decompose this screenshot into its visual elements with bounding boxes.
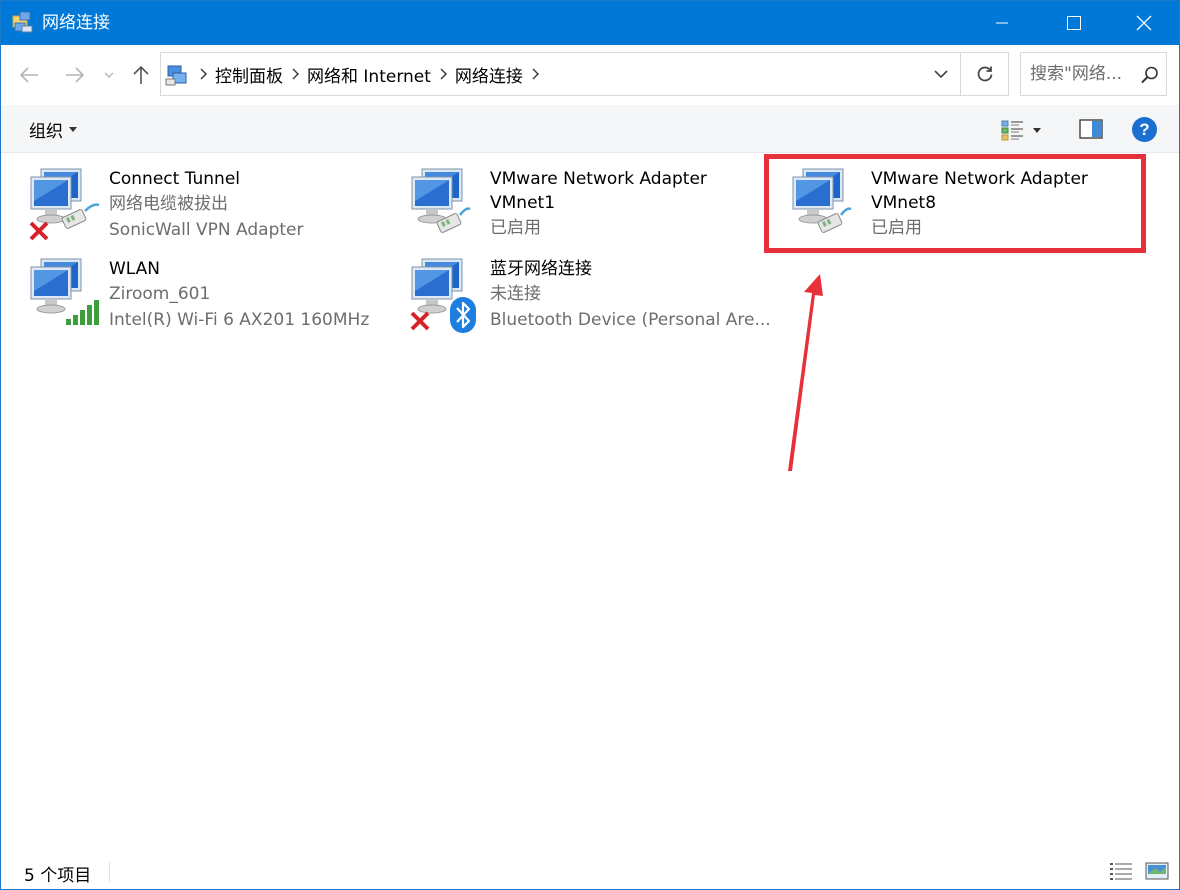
- breadcrumb: 控制面板 网络和 Internet 网络连接: [191, 53, 547, 95]
- organize-label: 组织: [29, 121, 63, 142]
- arrow-right-icon: [66, 67, 85, 83]
- network-adapter-icon: [408, 167, 488, 247]
- connection-status: 未连接: [490, 284, 541, 304]
- connection-name: Connect Tunnel: [109, 169, 241, 189]
- network-adapter-icon: [27, 167, 107, 247]
- list-item[interactable]: 蓝牙网络连接 未连接 Bluetooth Device (Personal Ar…: [408, 257, 778, 343]
- item-count: 5 个项目: [24, 866, 92, 886]
- network-folder-icon: [11, 10, 35, 34]
- minimize-button[interactable]: [967, 1, 1037, 45]
- refresh-icon: [977, 66, 992, 82]
- navigation-bar: 控制面板 网络和 Internet 网络连接: [1, 45, 1179, 105]
- view-options-icon: [1001, 120, 1023, 141]
- connection-name: VMware Network Adapter VMnet1: [490, 169, 707, 213]
- arrow-up-icon: [133, 65, 149, 84]
- list-item[interactable]: WLAN Ziroom_601 Intel(R) Wi-Fi 6 AX201 1…: [27, 257, 397, 343]
- connection-name: 蓝牙网络连接: [490, 259, 592, 279]
- maximize-button[interactable]: [1039, 1, 1109, 45]
- chevron-right-icon[interactable]: [431, 68, 455, 80]
- chevron-down-icon: [934, 69, 948, 78]
- search-box[interactable]: [1020, 52, 1167, 96]
- large-icons-view-icon[interactable]: [1145, 861, 1169, 881]
- breadcrumb-network-internet[interactable]: 网络和 Internet: [307, 62, 431, 87]
- connection-status: Ziroom_601: [109, 284, 211, 304]
- refresh-button[interactable]: [960, 53, 1008, 95]
- connection-status: 网络电缆被拔出: [109, 194, 228, 214]
- highlight-box: [764, 154, 1146, 253]
- recent-locations-button[interactable]: [97, 61, 121, 89]
- breadcrumb-network-connections[interactable]: 网络连接: [455, 62, 523, 87]
- item-text: WLAN Ziroom_601 Intel(R) Wi-Fi 6 AX201 1…: [109, 257, 399, 333]
- caret-down-icon: [1033, 127, 1041, 133]
- chevron-right-icon[interactable]: [191, 68, 215, 80]
- up-button[interactable]: [127, 61, 155, 89]
- item-text: VMware Network Adapter VMnet1 已启用: [490, 167, 780, 241]
- list-item[interactable]: VMware Network Adapter VMnet1 已启用: [408, 167, 778, 253]
- explorer-window: 网络连接 控制面板 网络和 Internet 网络连接 搜索"网络... 组织 …: [0, 0, 1180, 890]
- title-bar: 网络连接: [1, 1, 1179, 45]
- caret-down-icon: [69, 126, 77, 132]
- window-title: 网络连接: [42, 13, 110, 33]
- address-history-button[interactable]: [921, 53, 961, 95]
- forward-button[interactable]: [61, 61, 89, 89]
- chevron-right-icon[interactable]: [523, 68, 547, 80]
- status-bar: 5 个项目: [1, 853, 1179, 889]
- address-bar[interactable]: 控制面板 网络和 Internet 网络连接: [160, 52, 1009, 96]
- command-bar: 组织 ?: [1, 105, 1179, 153]
- connection-name: WLAN: [109, 259, 161, 279]
- breadcrumb-control-panel[interactable]: 控制面板: [215, 62, 283, 87]
- connection-device: SonicWall VPN Adapter: [109, 220, 304, 240]
- network-connections-icon: [165, 63, 189, 87]
- chevron-right-icon[interactable]: [283, 68, 307, 80]
- wifi-adapter-icon: [27, 257, 107, 337]
- search-icon[interactable]: [1140, 65, 1160, 85]
- maximize-icon: [1067, 16, 1081, 30]
- connections-list: Connect Tunnel 网络电缆被拔出 SonicWall VPN Ada…: [1, 153, 1179, 853]
- close-button[interactable]: [1109, 1, 1179, 45]
- wifi-signal-icon: [66, 300, 99, 325]
- status-divider: [109, 862, 110, 882]
- bluetooth-icon: [450, 297, 476, 333]
- list-item[interactable]: Connect Tunnel 网络电缆被拔出 SonicWall VPN Ada…: [27, 167, 397, 253]
- search-input[interactable]: [1030, 63, 1140, 85]
- change-view-button[interactable]: [1001, 117, 1051, 143]
- connection-device: Bluetooth Device (Personal Are...: [490, 310, 771, 330]
- chevron-down-icon: [104, 72, 114, 78]
- disconnected-x-icon: [29, 221, 49, 241]
- item-text: 蓝牙网络连接 未连接 Bluetooth Device (Personal Ar…: [490, 257, 780, 333]
- preview-pane-button[interactable]: [1079, 119, 1103, 141]
- close-icon: [1136, 15, 1152, 31]
- organize-menu-button[interactable]: 组织: [21, 117, 85, 142]
- details-view-icon[interactable]: [1109, 861, 1133, 881]
- connection-device: 已启用: [490, 218, 541, 238]
- item-text: Connect Tunnel 网络电缆被拔出 SonicWall VPN Ada…: [109, 167, 399, 243]
- minimize-icon: [996, 22, 1008, 24]
- preview-pane-icon: [1079, 119, 1103, 139]
- disconnected-x-icon: [410, 311, 430, 331]
- bluetooth-adapter-icon: [408, 257, 488, 337]
- help-button[interactable]: ?: [1132, 117, 1157, 142]
- connection-device: Intel(R) Wi-Fi 6 AX201 160MHz: [109, 310, 370, 330]
- arrow-left-icon: [19, 67, 38, 83]
- back-button[interactable]: [15, 61, 43, 89]
